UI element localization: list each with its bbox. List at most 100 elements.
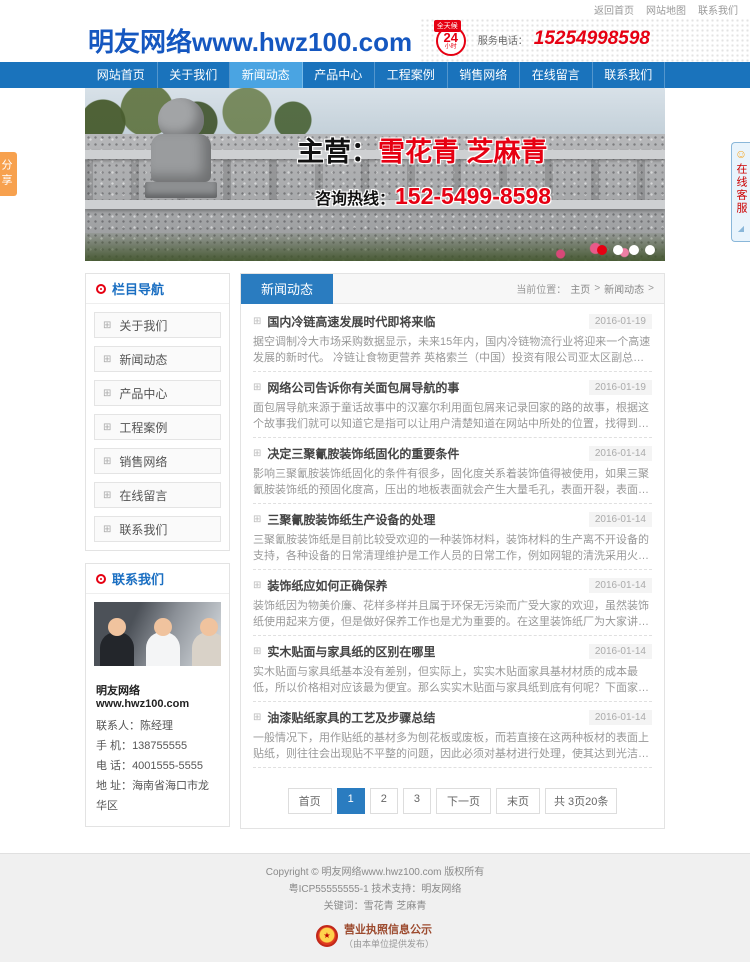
news-list: ⊞ 国内冷链高速发展时代即将来临 2016-01-19 据空调制冷大市场采购数据… — [241, 304, 664, 776]
sidebar-nav-item[interactable]: ⊞ 关于我们 — [94, 312, 221, 338]
news-date: 2016-01-14 — [588, 512, 652, 527]
target-icon — [96, 283, 106, 294]
plus-box-icon: ⊞ — [103, 523, 112, 535]
contact-line: 地 址：海南省海口市龙华区 — [96, 776, 219, 816]
pagination-button[interactable]: 3 — [402, 788, 431, 814]
news-title-link[interactable]: 油漆贴纸家具的工艺及步骤总结 — [267, 709, 582, 726]
contact-details: 明友网络www.hwz100.com 联系人：陈经理 手 机：138755555 — [86, 674, 229, 826]
breadcrumb-home[interactable]: 主页 — [570, 281, 590, 296]
contact-line-label: 联系人： — [96, 720, 140, 732]
footer-keywords: 关键词：雪花青 芝麻青 — [323, 901, 427, 912]
pagination-total: 共 3页20条 — [544, 788, 618, 814]
plus-box-icon: ⊞ — [103, 353, 112, 365]
banner-hotline-number: 152-5499-8598 — [395, 183, 552, 209]
carousel-dot[interactable] — [597, 245, 607, 255]
news-summary: 一般情况下，用作贴纸的基材多为刨花板或废板，而若直接在这两种板材的表面上贴纸，则… — [253, 732, 649, 760]
pagination-button[interactable]: 首页 — [287, 788, 332, 814]
share-tab[interactable]: 分享 — [0, 152, 17, 196]
plus-box-icon: ⊞ — [103, 455, 112, 467]
news-bullet-icon: ⊞ — [253, 580, 262, 591]
news-title-link[interactable]: 决定三聚氰胺装饰纸固化的重要条件 — [267, 445, 582, 462]
contact-line-value: 138755555 — [132, 740, 188, 752]
sidebar-nav-header: 栏目导航 — [86, 274, 229, 304]
news-bullet-icon: ⊞ — [253, 712, 262, 723]
hero-banner: 主营：雪花青 芝麻青 咨询热线：152-5499-8598 — [85, 88, 665, 261]
footer: Copyright © 明友网络www.hwz100.com 版权所有 粤ICP… — [0, 853, 750, 962]
banner-greenery — [85, 233, 665, 261]
news-title-link[interactable]: 实木贴面与家具纸的区别在哪里 — [267, 643, 582, 660]
news-item: ⊞ 实木贴面与家具纸的区别在哪里 2016-01-14 实木贴面与家具纸基本没有… — [253, 636, 652, 702]
pagination-button[interactable]: 末页 — [495, 788, 540, 814]
news-title-link[interactable]: 国内冷链高速发展时代即将来临 — [267, 313, 582, 330]
sidebar-nav-item-label: 销售网络 — [119, 454, 168, 469]
news-tab[interactable]: 新闻动态 — [241, 273, 333, 304]
sidebar-nav-title: 栏目导航 — [112, 282, 165, 297]
carousel-dot[interactable] — [613, 245, 623, 255]
pagination-button[interactable]: 1 — [336, 788, 365, 814]
news-date: 2016-01-19 — [588, 314, 652, 329]
news-title-link[interactable]: 装饰纸应如何正确保养 — [267, 577, 582, 594]
pagination-button[interactable]: 下一页 — [435, 788, 491, 814]
contact-line-label: 电 话： — [96, 760, 133, 772]
nav-item[interactable]: 新闻动态 — [230, 62, 303, 88]
topbar-link[interactable]: 网站地图 — [646, 2, 686, 17]
news-summary: 实木贴面与家具纸基本没有差别，但实际上，实实木贴面家具基材材质的成本最低，所以价… — [253, 666, 649, 694]
sidebar-nav-item-label: 联系我们 — [119, 522, 168, 537]
collapse-arrow-icon: ◢ — [737, 224, 745, 233]
contact-line-value: 4001555-5555 — [132, 760, 204, 772]
news-bullet-icon: ⊞ — [253, 382, 262, 393]
license-title: 营业执照信息公示 — [343, 924, 432, 936]
news-date: 2016-01-14 — [588, 578, 652, 593]
news-header: 新闻动态 当前位置： 主页 > 新闻动态 > — [241, 273, 664, 304]
nav-item[interactable]: 联系我们 — [593, 62, 665, 88]
topbar-link[interactable]: 返回首页 — [594, 2, 634, 17]
stone-lion-statue — [143, 98, 219, 198]
carousel-dot[interactable] — [629, 245, 639, 255]
sidebar-nav-item[interactable]: ⊞ 工程案例 — [94, 414, 221, 440]
sidebar-nav-item[interactable]: ⊞ 在线留言 — [94, 482, 221, 508]
breadcrumb-current[interactable]: 新闻动态 — [604, 281, 644, 296]
nav-item[interactable]: 关于我们 — [158, 62, 230, 88]
banner-slogan: 主营：雪花青 芝麻青 咨询热线：152-5499-8598 — [297, 130, 551, 210]
sidebar-nav-item[interactable]: ⊞ 联系我们 — [94, 516, 221, 542]
news-bullet-icon: ⊞ — [253, 514, 262, 525]
topbar: 返回首页 网站地图 联系我们 — [0, 0, 750, 18]
sidebar-nav-item[interactable]: ⊞ 产品中心 — [94, 380, 221, 406]
site-logo: 明友网络www.hwz100.com — [88, 27, 413, 57]
breadcrumb: 当前位置： 主页 > 新闻动态 > — [516, 281, 664, 296]
nav-item[interactable]: 销售网络 — [448, 62, 520, 88]
contact-line: 手 机：138755555 — [96, 736, 219, 756]
business-license[interactable]: ★ 营业执照信息公示 （由本单位提供发布） — [0, 921, 750, 950]
sidebar-nav-item-label: 关于我们 — [119, 318, 168, 333]
plus-box-icon: ⊞ — [103, 421, 112, 433]
news-title-link[interactable]: 三聚氰胺装饰纸生产设备的处理 — [267, 511, 582, 528]
breadcrumb-separator: > — [648, 283, 654, 294]
main-area: 栏目导航 ⊞ 关于我们 ⊞ 新闻动态 ⊞ 产品中心 ⊞ 工程案例 ⊞ 销售网络 … — [85, 273, 665, 839]
nav-item[interactable]: 工程案例 — [375, 62, 448, 88]
news-bullet-icon: ⊞ — [253, 316, 262, 327]
pagination-button[interactable]: 2 — [369, 788, 398, 814]
news-item: ⊞ 网络公司告诉你有关面包屑导航的事 2016-01-19 面包屑导航来源于童话… — [253, 372, 652, 438]
news-item: ⊞ 油漆贴纸家具的工艺及步骤总结 2016-01-14 一般情况下，用作贴纸的基… — [253, 702, 652, 768]
sidebar-nav-item[interactable]: ⊞ 销售网络 — [94, 448, 221, 474]
news-summary: 影响三聚氰胺装饰纸固化的条件有很多，固化度关系着装饰值得被使用，如果三聚氰胺装饰… — [253, 468, 649, 496]
sidebar-nav-item-label: 新闻动态 — [119, 352, 168, 367]
sidebar-nav-item[interactable]: ⊞ 新闻动态 — [94, 346, 221, 372]
online-service-tab[interactable]: ☺ 在线客服 ◢ — [731, 142, 750, 242]
nav-item[interactable]: 在线留言 — [520, 62, 593, 88]
header: 明友网络www.hwz100.com 24 小时 全天候 服务电话： 152549… — [0, 18, 750, 62]
sidebar-contact-header: 联系我们 — [86, 564, 229, 594]
page: 返回首页 网站地图 联系我们 明友网络www.hwz100.com 24 小时 全天候… — [0, 0, 750, 962]
license-subtitle: （由本单位提供发布） — [343, 939, 434, 949]
carousel-dot[interactable] — [645, 245, 655, 255]
topbar-link[interactable]: 联系我们 — [698, 2, 738, 17]
contact-line: 联系人：陈经理 — [96, 716, 219, 736]
plus-box-icon: ⊞ — [103, 319, 112, 331]
news-summary: 据空调制冷大市场采购数据显示，未来15年内，国内冷链物流行业将迎来一个高速发展的… — [253, 336, 651, 364]
nav-item[interactable]: 网站首页 — [85, 62, 158, 88]
nav-item[interactable]: 产品中心 — [303, 62, 375, 88]
sidebar-nav-box: 栏目导航 ⊞ 关于我们 ⊞ 新闻动态 ⊞ 产品中心 ⊞ 工程案例 ⊞ 销售网络 … — [85, 273, 230, 551]
news-title-link[interactable]: 网络公司告诉你有关面包屑导航的事 — [267, 379, 582, 396]
contact-line-value: 陈经理 — [140, 720, 173, 732]
news-date: 2016-01-19 — [588, 380, 652, 395]
